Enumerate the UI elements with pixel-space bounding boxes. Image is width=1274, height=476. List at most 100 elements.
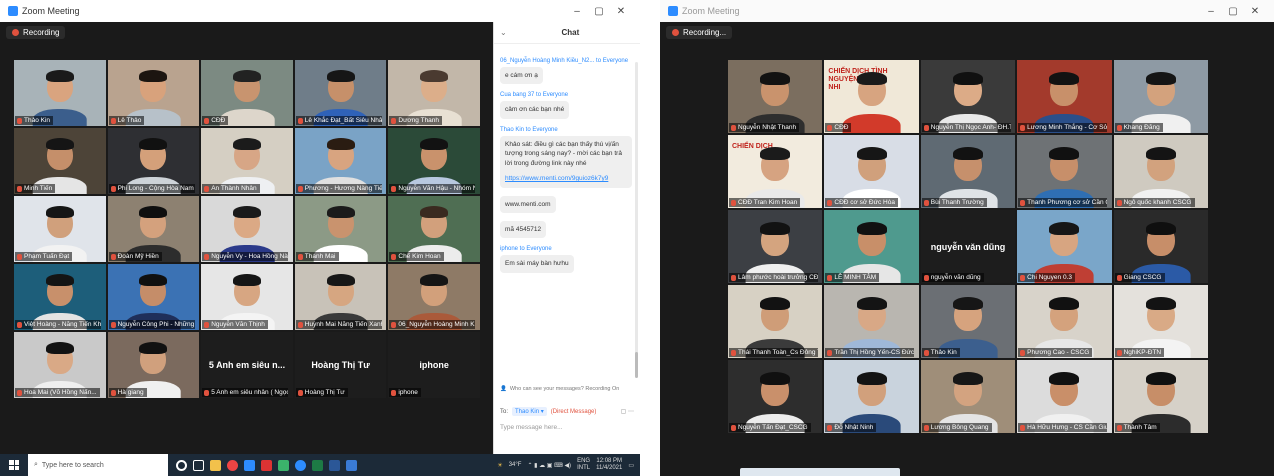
chat-scroll-thumb[interactable] bbox=[635, 352, 638, 378]
who-can-see-notice[interactable]: 👤 Who can see your messages? Recording O… bbox=[500, 386, 634, 392]
participant-tile[interactable]: NghiKP-ĐTN bbox=[1113, 285, 1208, 358]
participant-name-tag: nguyễn văn dũng bbox=[921, 273, 984, 282]
participant-tile[interactable]: Hà giang bbox=[107, 332, 200, 398]
app-icon[interactable] bbox=[278, 459, 289, 471]
pdf-icon[interactable] bbox=[261, 459, 272, 471]
participant-name: Hoàng Thị Tư bbox=[304, 389, 345, 396]
participant-tile[interactable]: Nguyễn Nhật Thanh bbox=[728, 60, 823, 133]
participant-tile[interactable]: Nguyễn Văn Thịnh bbox=[201, 264, 293, 330]
participant-tile[interactable]: Nguyễn Công Phi - Những Nă... bbox=[107, 264, 200, 330]
participant-tile[interactable]: CĐĐ bbox=[201, 60, 293, 126]
participant-tile[interactable]: Thái Thanh Toàn_Cs Đông Th... bbox=[728, 285, 823, 358]
clock[interactable]: 12:08 PM 11/4/2021 bbox=[596, 458, 622, 471]
participant-tile[interactable]: An Thành Nhân bbox=[201, 128, 293, 194]
participant-tile[interactable]: CHIẾN DỊCH TÌNH NGUYỆN THIẾU NHI CĐĐ bbox=[824, 60, 919, 133]
participant-tile[interactable]: Dương Thanh bbox=[388, 60, 480, 126]
message-input[interactable]: Type message here... bbox=[500, 424, 634, 431]
active-app-icon[interactable] bbox=[346, 459, 357, 471]
chrome-icon[interactable] bbox=[227, 459, 238, 471]
participant-tile[interactable]: Thảo Kin bbox=[920, 285, 1016, 358]
minimize-button[interactable]: – bbox=[1200, 6, 1222, 17]
close-button[interactable]: ✕ bbox=[610, 6, 632, 17]
participant-tile[interactable]: 5 Anh em siêu n... 5 Anh em siêu nhân ( N… bbox=[201, 332, 293, 398]
participant-tile[interactable]: 06_Nguyễn Hoàng Minh Ki... bbox=[388, 264, 480, 330]
person-hair bbox=[232, 70, 261, 82]
participant-tile[interactable]: Trần Thị Hồng Yến-CS Đức Hòa bbox=[824, 285, 919, 358]
participant-tile[interactable]: Phi Long - Cộng Hòa Nam bbox=[107, 128, 200, 194]
file-icon[interactable]: ▢ ⋯ bbox=[621, 408, 634, 415]
taskbar-search[interactable]: ⌕ Type here to search bbox=[28, 454, 168, 476]
person-hair bbox=[139, 274, 168, 286]
participant-tile[interactable]: Lương Minh Thắng - Cơ Sở Cầ... bbox=[1017, 60, 1112, 133]
participant-tile[interactable]: Chế Kim Hoan bbox=[388, 196, 480, 262]
chevron-down-icon[interactable]: ⌄ bbox=[500, 28, 507, 37]
participant-tile[interactable]: Hoa Mai (Võ Hồng Nấn... bbox=[14, 332, 106, 398]
task-view-icon[interactable] bbox=[193, 459, 204, 471]
participant-tile[interactable]: Lê Thảo bbox=[107, 60, 200, 126]
chat-text: e cám ơn ạ bbox=[505, 72, 538, 79]
participant-tile[interactable]: Nguyễn Thị Ngọc Anh- ĐH.TC... bbox=[920, 60, 1016, 133]
participant-tile[interactable]: Hoàng Thị Tư Hoàng Thị Tư bbox=[294, 332, 387, 398]
chat-link[interactable]: https://www.menti.com/9guioz6k7y9 bbox=[505, 175, 608, 182]
participant-tile[interactable]: Huỳnh Mai Năng Tiến Xanh bbox=[294, 264, 387, 330]
participant-tile[interactable]: Lê Khắc Đạt_Bất Siêu Nhân bbox=[294, 60, 387, 126]
participant-tile[interactable]: Nguyễn Văn Hậu - Nhóm Nh... bbox=[388, 128, 480, 194]
maximize-button[interactable]: ▢ bbox=[1222, 6, 1244, 17]
participant-name: Nguyễn Tấn Đạt_CSCG bbox=[738, 424, 808, 431]
participant-tile[interactable]: Việt Hoàng - Năng Tiến Kh... bbox=[14, 264, 106, 330]
participant-name-tag: Thái Thanh Toàn_Cs Đông Th... bbox=[729, 348, 818, 357]
word-icon[interactable] bbox=[329, 459, 340, 471]
participant-tile[interactable]: Thanh Mai bbox=[294, 196, 387, 262]
recording-indicator[interactable]: Recording... bbox=[666, 25, 733, 39]
to-label: To: bbox=[500, 408, 509, 415]
recipient-dropdown[interactable]: Thao Kin ▾ bbox=[512, 407, 547, 416]
close-button[interactable]: ✕ bbox=[1244, 6, 1266, 17]
participant-tile[interactable]: Nguyễn Tấn Đạt_CSCG bbox=[728, 360, 823, 433]
participant-tile[interactable]: CĐĐ cơ sở Đức Hòa bbox=[824, 135, 919, 208]
chat-bubble: mã 4545712 bbox=[500, 220, 547, 239]
participant-tile[interactable]: iphone iphone bbox=[388, 332, 480, 398]
participant-tile[interactable]: Phương - Hương Nàng Tiến... bbox=[294, 128, 387, 194]
participant-tile[interactable]: Chi Nguyen 0.3 bbox=[1017, 210, 1112, 283]
start-button[interactable] bbox=[0, 454, 28, 476]
participant-tile[interactable]: Phương Cao - CSCG bbox=[1017, 285, 1112, 358]
participant-tile[interactable]: Thảo Kin bbox=[14, 60, 106, 126]
participant-tile[interactable]: CHIẾN DỊCH CĐĐ Tran Kim Hoan bbox=[728, 135, 823, 208]
participant-tile[interactable]: Ngô quốc khanh CSCG bbox=[1113, 135, 1208, 208]
muted-mic-icon bbox=[17, 253, 22, 260]
participant-tile[interactable]: nguyễn văn dũng nguyễn văn dũng bbox=[920, 210, 1016, 283]
participant-tile[interactable]: Lâm phước hoài trưởng CĐ lo... bbox=[728, 210, 823, 283]
excel-icon[interactable] bbox=[312, 459, 323, 471]
participant-tile[interactable]: Đoàn Mỹ Hiền bbox=[107, 196, 200, 262]
zoom-icon[interactable] bbox=[295, 459, 306, 471]
notification-icon[interactable]: ▭ bbox=[628, 462, 634, 469]
recording-label: Recording bbox=[23, 27, 60, 37]
participant-tile[interactable]: Nguyễn Vy - Hoa Hồng Nà... bbox=[201, 196, 293, 262]
participant-name: Thanh Mai bbox=[304, 253, 336, 260]
search-placeholder: Type here to search bbox=[41, 461, 104, 469]
maximize-button[interactable]: ▢ bbox=[588, 6, 610, 17]
tray-icons[interactable]: ⌃ ▮ ☁ ▣ ⌨ ◀) bbox=[527, 462, 571, 469]
person-hair bbox=[952, 72, 983, 85]
person-hair bbox=[139, 206, 168, 218]
app-icon[interactable] bbox=[244, 459, 255, 471]
cortana-icon[interactable] bbox=[176, 459, 187, 471]
weather-icon[interactable]: ☀ bbox=[497, 462, 502, 469]
participant-tile[interactable]: Đỗ Nhật Ninh bbox=[824, 360, 919, 433]
zoom-logo-icon bbox=[8, 6, 18, 16]
participant-tile[interactable]: Lương Bông Quang bbox=[920, 360, 1016, 433]
chat-scrollbar[interactable] bbox=[635, 62, 638, 362]
participant-tile[interactable]: Thanh Phương cơ sở Cần Giuộc bbox=[1017, 135, 1112, 208]
participant-tile[interactable]: Minh Tiến bbox=[14, 128, 106, 194]
participant-tile[interactable]: Hà Hữu Hưng - CS Cần Giuộc bbox=[1017, 360, 1112, 433]
recording-indicator[interactable]: Recording bbox=[6, 25, 66, 39]
participant-tile[interactable]: Giang CSCG bbox=[1113, 210, 1208, 283]
participant-tile[interactable]: LÊ MINH TÂM bbox=[824, 210, 919, 283]
participant-tile[interactable]: Phạm Tuấn Đạt bbox=[14, 196, 106, 262]
language-indicator[interactable]: ENG INTL bbox=[577, 458, 590, 471]
minimize-button[interactable]: – bbox=[566, 6, 588, 17]
file-explorer-icon[interactable] bbox=[210, 459, 221, 471]
participant-tile[interactable]: Khang Đăng bbox=[1113, 60, 1208, 133]
participant-tile[interactable]: Bùi Thanh Trường bbox=[920, 135, 1016, 208]
participant-tile[interactable]: Thành Tâm bbox=[1113, 360, 1208, 433]
